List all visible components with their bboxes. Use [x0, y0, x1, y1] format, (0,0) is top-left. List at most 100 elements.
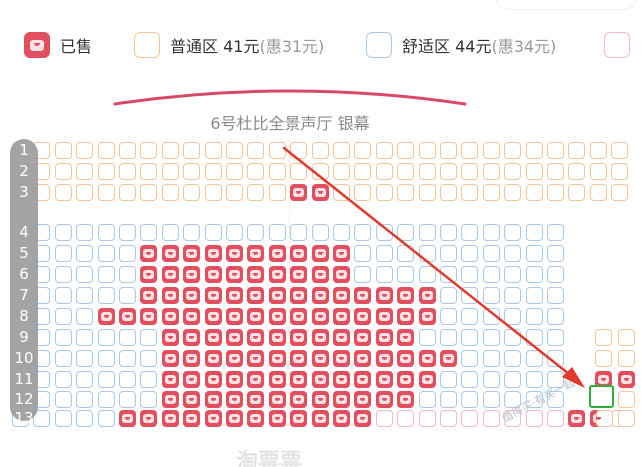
seat-available[interactable]	[547, 308, 564, 325]
seat-available[interactable]	[504, 329, 522, 346]
seat-available[interactable]	[461, 287, 479, 304]
seat-available[interactable]	[440, 245, 457, 262]
seat-available[interactable]	[504, 266, 522, 283]
seat-available[interactable]	[482, 245, 500, 262]
seat-available[interactable]	[418, 142, 436, 159]
seat-available[interactable]	[525, 184, 543, 201]
seat-available[interactable]	[54, 287, 72, 304]
seat-available[interactable]	[204, 142, 222, 159]
seat-available[interactable]	[397, 142, 415, 159]
seat-available[interactable]	[140, 371, 158, 388]
seat-available[interactable]	[375, 184, 393, 201]
seat-available[interactable]	[375, 224, 393, 241]
seat-available[interactable]	[461, 184, 479, 201]
seat-available[interactable]	[76, 410, 94, 427]
seat-available[interactable]	[268, 224, 286, 241]
seat-available[interactable]	[418, 184, 436, 201]
seat-available[interactable]	[97, 224, 115, 241]
seat-available[interactable]	[504, 184, 522, 201]
seat-available[interactable]	[76, 224, 94, 241]
seat-available[interactable]	[504, 308, 522, 325]
seat-available[interactable]	[76, 350, 94, 367]
seat-available[interactable]	[418, 410, 436, 427]
seat-available[interactable]	[247, 224, 265, 241]
selected-seat[interactable]	[589, 385, 614, 408]
seat-available[interactable]	[397, 266, 415, 283]
seat-available[interactable]	[247, 184, 265, 201]
seat-available[interactable]	[97, 350, 115, 367]
seat-available[interactable]	[161, 142, 179, 159]
seat-available[interactable]	[482, 391, 500, 408]
seat-available[interactable]	[589, 142, 607, 159]
seat-available[interactable]	[54, 224, 72, 241]
seat-available[interactable]	[618, 350, 635, 367]
seat-available[interactable]	[461, 245, 479, 262]
seat-available[interactable]	[482, 224, 500, 241]
seat-available[interactable]	[418, 329, 436, 346]
seat-available[interactable]	[611, 184, 629, 201]
seat-available[interactable]	[204, 184, 222, 201]
seat-available[interactable]	[397, 245, 415, 262]
seat-available[interactable]	[183, 224, 201, 241]
seat-available[interactable]	[354, 142, 372, 159]
seat-available[interactable]	[482, 287, 500, 304]
seat-available[interactable]	[461, 350, 479, 367]
seat-available[interactable]	[226, 163, 243, 180]
seat-available[interactable]	[54, 391, 72, 408]
seat-available[interactable]	[547, 245, 564, 262]
seat-available[interactable]	[525, 142, 543, 159]
seat-available[interactable]	[354, 163, 372, 180]
seat-available[interactable]	[525, 266, 543, 283]
seat-available[interactable]	[547, 350, 564, 367]
seat-available[interactable]	[461, 410, 479, 427]
seat-available[interactable]	[333, 224, 350, 241]
seat-available[interactable]	[440, 266, 457, 283]
seat-available[interactable]	[440, 287, 457, 304]
seat-available[interactable]	[226, 142, 243, 159]
seat-available[interactable]	[54, 410, 72, 427]
seat-available[interactable]	[504, 287, 522, 304]
seat-available[interactable]	[76, 266, 94, 283]
seat-available[interactable]	[525, 308, 543, 325]
seat-available[interactable]	[595, 329, 612, 346]
seat-available[interactable]	[268, 163, 286, 180]
seat-available[interactable]	[119, 245, 136, 262]
seat-available[interactable]	[418, 266, 436, 283]
seat-available[interactable]	[595, 350, 612, 367]
seat-available[interactable]	[183, 142, 201, 159]
seat-available[interactable]	[504, 224, 522, 241]
seat-available[interactable]	[418, 163, 436, 180]
seat-available[interactable]	[440, 391, 457, 408]
seat-available[interactable]	[375, 163, 393, 180]
seat-available[interactable]	[461, 329, 479, 346]
seat-available[interactable]	[525, 245, 543, 262]
seat-available[interactable]	[119, 224, 136, 241]
seat-available[interactable]	[311, 224, 329, 241]
seat-available[interactable]	[547, 266, 564, 283]
seat-available[interactable]	[311, 163, 329, 180]
seat-available[interactable]	[161, 224, 179, 241]
seat-available[interactable]	[97, 184, 115, 201]
seat-available[interactable]	[461, 163, 479, 180]
seat-available[interactable]	[440, 163, 457, 180]
seat-available[interactable]	[76, 245, 94, 262]
seat-available[interactable]	[482, 163, 500, 180]
seat-available[interactable]	[440, 224, 457, 241]
seat-available[interactable]	[375, 410, 393, 427]
seat-available[interactable]	[183, 163, 201, 180]
seat-available[interactable]	[119, 142, 136, 159]
seat-available[interactable]	[97, 163, 115, 180]
seat-available[interactable]	[97, 287, 115, 304]
seat-available[interactable]	[482, 371, 500, 388]
seat-available[interactable]	[290, 163, 308, 180]
seat-available[interactable]	[97, 245, 115, 262]
seat-available[interactable]	[547, 287, 564, 304]
seat-available[interactable]	[268, 142, 286, 159]
seat-available[interactable]	[140, 329, 158, 346]
seat-available[interactable]	[589, 184, 607, 201]
seat-available[interactable]	[611, 163, 629, 180]
seat-available[interactable]	[482, 350, 500, 367]
seat-available[interactable]	[440, 329, 457, 346]
seat-available[interactable]	[54, 266, 72, 283]
seat-available[interactable]	[568, 163, 586, 180]
